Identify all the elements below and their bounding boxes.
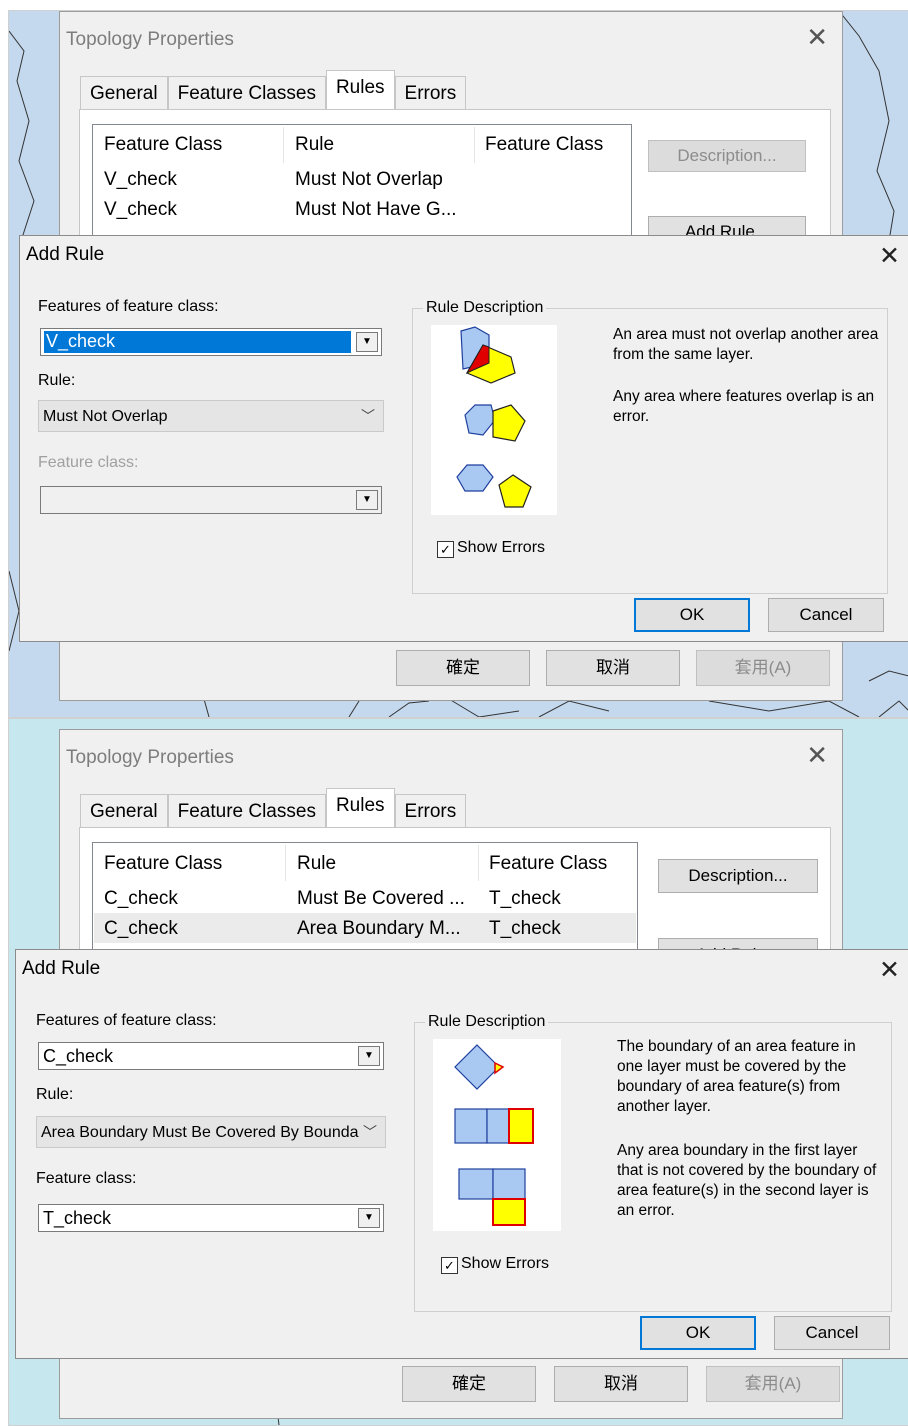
table-row-cell[interactable]: T_check <box>489 918 561 940</box>
cancel-button[interactable]: Cancel <box>768 598 884 632</box>
cancel-button[interactable]: 取消 <box>554 1366 688 1402</box>
ok-button[interactable]: 確定 <box>396 650 530 686</box>
chevron-down-icon: ﹀ <box>363 1124 377 1140</box>
dropdown-arrow-icon[interactable]: ▼ <box>358 1208 380 1228</box>
tab-bar: General Feature Classes Rules Errors <box>80 788 467 829</box>
tab-bar: General Feature Classes Rules Errors <box>80 70 467 111</box>
features-select-value: V_check <box>44 331 351 353</box>
checkmark-icon[interactable]: ✓ <box>441 1257 458 1274</box>
rule-description-group: Rule Description The boundary of an area… <box>414 1013 892 1312</box>
rules-list[interactable]: Feature Class Rule Feature Class V_check… <box>92 124 632 246</box>
description-text: An area must not overlap another area fr… <box>613 326 879 363</box>
table-row-cell[interactable]: Must Not Overlap <box>295 169 443 191</box>
dialog-title: Topology Properties <box>66 747 234 768</box>
rule-label: Rule: <box>38 372 76 389</box>
ok-button[interactable]: OK <box>634 598 750 632</box>
table-row-cell[interactable]: V_check <box>104 199 177 221</box>
rule-select-value: Area Boundary Must Be Covered By Boundar… <box>41 1124 359 1141</box>
ok-button[interactable]: OK <box>640 1316 756 1350</box>
column-header-feature-class[interactable]: Feature Class <box>104 853 222 875</box>
table-row-cell[interactable]: C_check <box>104 888 178 910</box>
show-errors-checkbox[interactable]: ✓ Show Errors <box>441 1255 549 1274</box>
column-header-rule[interactable]: Rule <box>297 853 336 875</box>
feature-class-select[interactable]: T_check ▼ <box>38 1204 384 1232</box>
rule-description-group: Rule Description An area must not overla… <box>412 299 888 594</box>
description-button[interactable]: Description... <box>648 140 806 172</box>
rule-select[interactable]: Area Boundary Must Be Covered By Boundar… <box>36 1116 386 1148</box>
tab-errors[interactable]: Errors <box>394 794 467 827</box>
dialog-title: Add Rule <box>26 244 105 265</box>
tab-rules[interactable]: Rules <box>325 788 395 829</box>
show-errors-checkbox[interactable]: ✓ Show Errors <box>437 539 545 558</box>
feature-class-select[interactable]: ▼ <box>40 486 382 514</box>
chevron-down-icon: ﹀ <box>361 408 375 424</box>
table-row-cell[interactable]: Area Boundary M... <box>297 918 461 940</box>
add-rule-dialog: Add Rule ✕ Features of feature class: C_… <box>15 949 908 1359</box>
features-select[interactable]: V_check ▼ <box>40 328 382 356</box>
close-icon[interactable]: ✕ <box>879 241 900 271</box>
tab-rules[interactable]: Rules <box>325 70 395 111</box>
ok-button[interactable]: 確定 <box>402 1366 536 1402</box>
rule-select[interactable]: Must Not Overlap ﹀ <box>38 400 384 432</box>
column-header-feature-class-2[interactable]: Feature Class <box>485 134 603 156</box>
rule-select-value: Must Not Overlap <box>43 408 168 425</box>
add-rule-dialog: Add Rule ✕ Features of feature class: V_… <box>19 235 908 642</box>
features-select[interactable]: C_check ▼ <box>38 1042 384 1070</box>
table-row-cell[interactable]: T_check <box>489 888 561 910</box>
apply-button[interactable]: 套用(A) <box>706 1366 840 1402</box>
tab-general[interactable]: General <box>80 794 168 827</box>
show-errors-label: Show Errors <box>457 539 546 556</box>
column-header-rule[interactable]: Rule <box>295 134 334 156</box>
boundary-covered-diagram-icon <box>454 1044 534 1226</box>
dropdown-arrow-icon[interactable]: ▼ <box>358 1046 380 1066</box>
tab-errors[interactable]: Errors <box>394 76 467 109</box>
close-icon[interactable]: ✕ <box>806 742 828 768</box>
tab-feature-classes[interactable]: Feature Classes <box>167 794 326 827</box>
description-text: The boundary of an area feature in one l… <box>617 1038 856 1115</box>
column-divider <box>478 845 479 881</box>
screenshot-panel-bottom: Topology Properties ✕ General Feature Cl… <box>8 718 908 1426</box>
column-divider <box>285 845 286 881</box>
rule-label: Rule: <box>36 1086 74 1103</box>
group-title: Rule Description <box>425 1013 549 1031</box>
column-divider <box>283 127 284 163</box>
tab-feature-classes[interactable]: Feature Classes <box>167 76 326 109</box>
cancel-button[interactable]: 取消 <box>546 650 680 686</box>
checkmark-icon[interactable]: ✓ <box>437 541 454 558</box>
close-icon[interactable]: ✕ <box>879 955 900 985</box>
cancel-button[interactable]: Cancel <box>774 1316 890 1350</box>
table-row-cell[interactable]: Must Be Covered ... <box>297 888 465 910</box>
dialog-title: Topology Properties <box>66 29 234 50</box>
close-icon[interactable]: ✕ <box>806 24 828 50</box>
description-text: Any area boundary in the first layer tha… <box>617 1142 877 1219</box>
column-header-feature-class-2[interactable]: Feature Class <box>489 853 607 875</box>
apply-button[interactable]: 套用(A) <box>696 650 830 686</box>
features-select-value: C_check <box>43 1046 114 1066</box>
table-row-cell[interactable]: C_check <box>104 918 178 940</box>
table-row-cell[interactable]: Must Not Have G... <box>295 199 457 221</box>
rule-illustration <box>431 325 557 515</box>
must-not-overlap-diagram-icon <box>456 326 532 508</box>
tab-general[interactable]: General <box>80 76 168 109</box>
column-divider <box>474 127 475 163</box>
rules-list[interactable]: Feature Class Rule Feature Class C_check… <box>92 842 638 964</box>
features-label: Features of feature class: <box>36 1012 217 1029</box>
group-title: Rule Description <box>423 299 547 317</box>
dialog-title: Add Rule <box>22 958 101 979</box>
column-header-feature-class[interactable]: Feature Class <box>104 134 222 156</box>
description-text: Any area where features overlap is an er… <box>613 388 875 425</box>
show-errors-label: Show Errors <box>461 1255 550 1272</box>
dropdown-arrow-icon[interactable]: ▼ <box>356 490 378 510</box>
screenshot-panel-top: Topology Properties ✕ General Feature Cl… <box>8 10 908 718</box>
description-button[interactable]: Description... <box>658 859 818 893</box>
rule-illustration <box>433 1039 561 1231</box>
table-row-cell[interactable]: V_check <box>104 169 177 191</box>
feature-class-label: Feature class: <box>38 454 139 471</box>
features-label: Features of feature class: <box>38 298 219 315</box>
feature-class-label: Feature class: <box>36 1170 137 1187</box>
feature-class-select-value: T_check <box>43 1208 112 1228</box>
dropdown-arrow-icon[interactable]: ▼ <box>356 332 378 352</box>
